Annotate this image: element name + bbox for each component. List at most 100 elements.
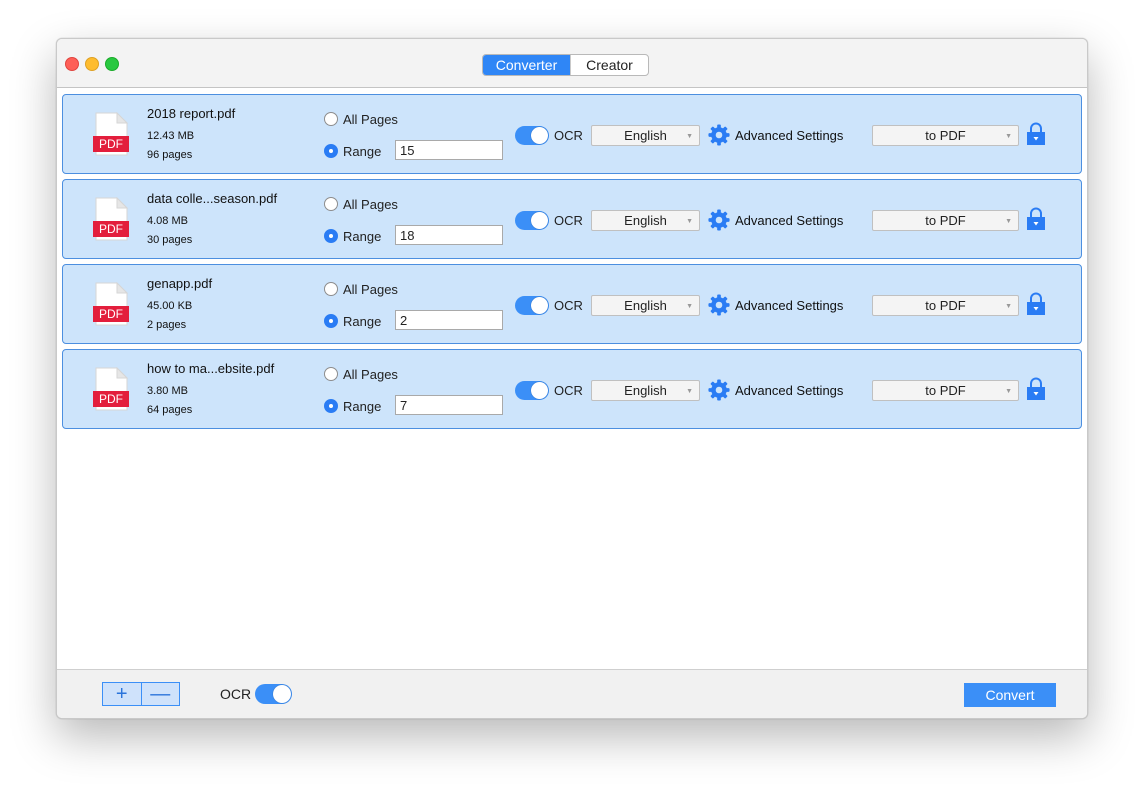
file-row[interactable]: PDF how to ma...ebsite.pdf 3.80 MB 64 pa…	[62, 349, 1082, 429]
range-radio[interactable]	[324, 314, 338, 328]
all-pages-label: All Pages	[343, 197, 398, 212]
range-input[interactable]: 7	[395, 395, 503, 415]
file-page-count: 2 pages	[147, 319, 187, 331]
output-format-value: to PDF	[925, 298, 966, 313]
bottom-toolbar: + — OCR Convert	[57, 669, 1087, 718]
lock-icon[interactable]	[1026, 292, 1046, 316]
add-file-button[interactable]: +	[103, 683, 142, 705]
language-select[interactable]: English ▼	[591, 210, 700, 231]
range-label: Range	[343, 229, 382, 244]
pdf-badge-label: PDF	[99, 392, 123, 406]
output-format-select[interactable]: to PDF ▼	[872, 210, 1019, 231]
range-radio[interactable]	[324, 399, 338, 413]
remove-file-button[interactable]: —	[142, 683, 180, 705]
file-page-count: 30 pages	[147, 234, 193, 246]
file-name: data colle...season.pdf	[147, 191, 278, 206]
file-size: 3.80 MB	[147, 385, 188, 397]
file-row[interactable]: PDF data colle...season.pdf 4.08 MB 30 p…	[62, 179, 1082, 259]
range-label: Range	[343, 399, 382, 414]
title-bar: Converter Creator	[57, 39, 1087, 88]
all-pages-radio[interactable]	[324, 282, 338, 296]
pdf-file-icon: PDF	[93, 367, 129, 411]
output-format-select[interactable]: to PDF ▼	[872, 295, 1019, 316]
chevron-down-icon: ▼	[1005, 388, 1012, 395]
advanced-settings-link[interactable]: Advanced Settings	[735, 383, 843, 398]
pdf-file-icon: PDF	[93, 197, 129, 241]
language-value: English	[624, 128, 667, 143]
global-ocr-toggle[interactable]	[255, 684, 292, 704]
all-pages-label: All Pages	[343, 112, 398, 127]
ocr-toggle[interactable]	[515, 381, 549, 400]
chevron-down-icon: ▼	[686, 303, 693, 310]
ocr-toggle[interactable]	[515, 211, 549, 230]
add-remove-control: + —	[102, 682, 180, 706]
output-format-value: to PDF	[925, 383, 966, 398]
file-name: how to ma...ebsite.pdf	[147, 361, 275, 376]
file-name: 2018 report.pdf	[147, 106, 236, 121]
ocr-toggle[interactable]	[515, 296, 549, 315]
file-size: 45.00 KB	[147, 300, 193, 312]
range-radio[interactable]	[324, 144, 338, 158]
all-pages-radio[interactable]	[324, 197, 338, 211]
ocr-label: OCR	[554, 298, 583, 313]
range-input[interactable]: 18	[395, 225, 503, 245]
minimize-window-button[interactable]	[85, 57, 99, 71]
gear-icon[interactable]	[708, 209, 730, 231]
lock-icon[interactable]	[1026, 377, 1046, 401]
language-value: English	[624, 383, 667, 398]
convert-button[interactable]: Convert	[964, 683, 1056, 707]
pdf-badge-label: PDF	[99, 137, 123, 151]
range-label: Range	[343, 144, 382, 159]
pdf-file-icon: PDF	[93, 282, 129, 326]
language-select[interactable]: English ▼	[591, 125, 700, 146]
range-input[interactable]: 2	[395, 310, 503, 330]
mode-segmented-control: Converter Creator	[482, 54, 649, 76]
ocr-toggle[interactable]	[515, 126, 549, 145]
global-ocr-label: OCR	[220, 686, 252, 702]
close-window-button[interactable]	[65, 57, 79, 71]
pdf-file-icon: PDF	[93, 112, 129, 156]
all-pages-radio[interactable]	[324, 112, 338, 126]
file-name: genapp.pdf	[147, 276, 213, 291]
output-format-value: to PDF	[925, 213, 966, 228]
gear-icon[interactable]	[708, 124, 730, 146]
range-radio[interactable]	[324, 229, 338, 243]
file-page-count: 64 pages	[147, 404, 193, 416]
all-pages-label: All Pages	[343, 367, 398, 382]
output-format-select[interactable]: to PDF ▼	[872, 125, 1019, 146]
zoom-window-button[interactable]	[105, 57, 119, 71]
lock-icon[interactable]	[1026, 122, 1046, 146]
language-select[interactable]: English ▼	[591, 295, 700, 316]
advanced-settings-link[interactable]: Advanced Settings	[735, 213, 843, 228]
chevron-down-icon: ▼	[1005, 303, 1012, 310]
language-select[interactable]: English ▼	[591, 380, 700, 401]
range-label: Range	[343, 314, 382, 329]
output-format-select[interactable]: to PDF ▼	[872, 380, 1019, 401]
pdf-badge-label: PDF	[99, 307, 123, 321]
range-input[interactable]: 15	[395, 140, 503, 160]
advanced-settings-link[interactable]: Advanced Settings	[735, 128, 843, 143]
all-pages-label: All Pages	[343, 282, 398, 297]
all-pages-radio[interactable]	[324, 367, 338, 381]
advanced-settings-link[interactable]: Advanced Settings	[735, 298, 843, 313]
gear-icon[interactable]	[708, 294, 730, 316]
gear-icon[interactable]	[708, 379, 730, 401]
file-page-count: 96 pages	[147, 149, 193, 161]
chevron-down-icon: ▼	[686, 388, 693, 395]
chevron-down-icon: ▼	[686, 133, 693, 140]
language-value: English	[624, 298, 667, 313]
lock-icon[interactable]	[1026, 207, 1046, 231]
tab-converter[interactable]: Converter	[483, 55, 570, 75]
app-window: Converter Creator PDF 2018 report.pdf 12…	[56, 38, 1088, 719]
file-size: 12.43 MB	[147, 130, 195, 142]
tab-creator[interactable]: Creator	[570, 55, 648, 75]
chevron-down-icon: ▼	[1005, 133, 1012, 140]
output-format-value: to PDF	[925, 128, 966, 143]
file-row[interactable]: PDF genapp.pdf 45.00 KB 2 pages All Page…	[62, 264, 1082, 344]
ocr-label: OCR	[554, 383, 583, 398]
file-row[interactable]: PDF 2018 report.pdf 12.43 MB 96 pages Al…	[62, 94, 1082, 174]
chevron-down-icon: ▼	[1005, 218, 1012, 225]
ocr-label: OCR	[554, 128, 583, 143]
language-value: English	[624, 213, 667, 228]
ocr-label: OCR	[554, 213, 583, 228]
